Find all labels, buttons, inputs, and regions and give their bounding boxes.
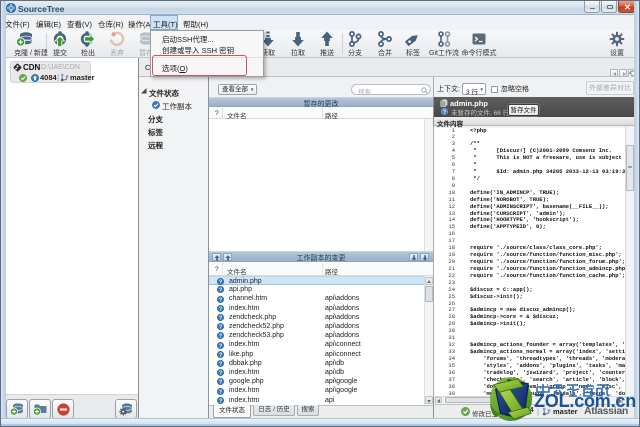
svg-text:?: ? bbox=[443, 109, 446, 115]
